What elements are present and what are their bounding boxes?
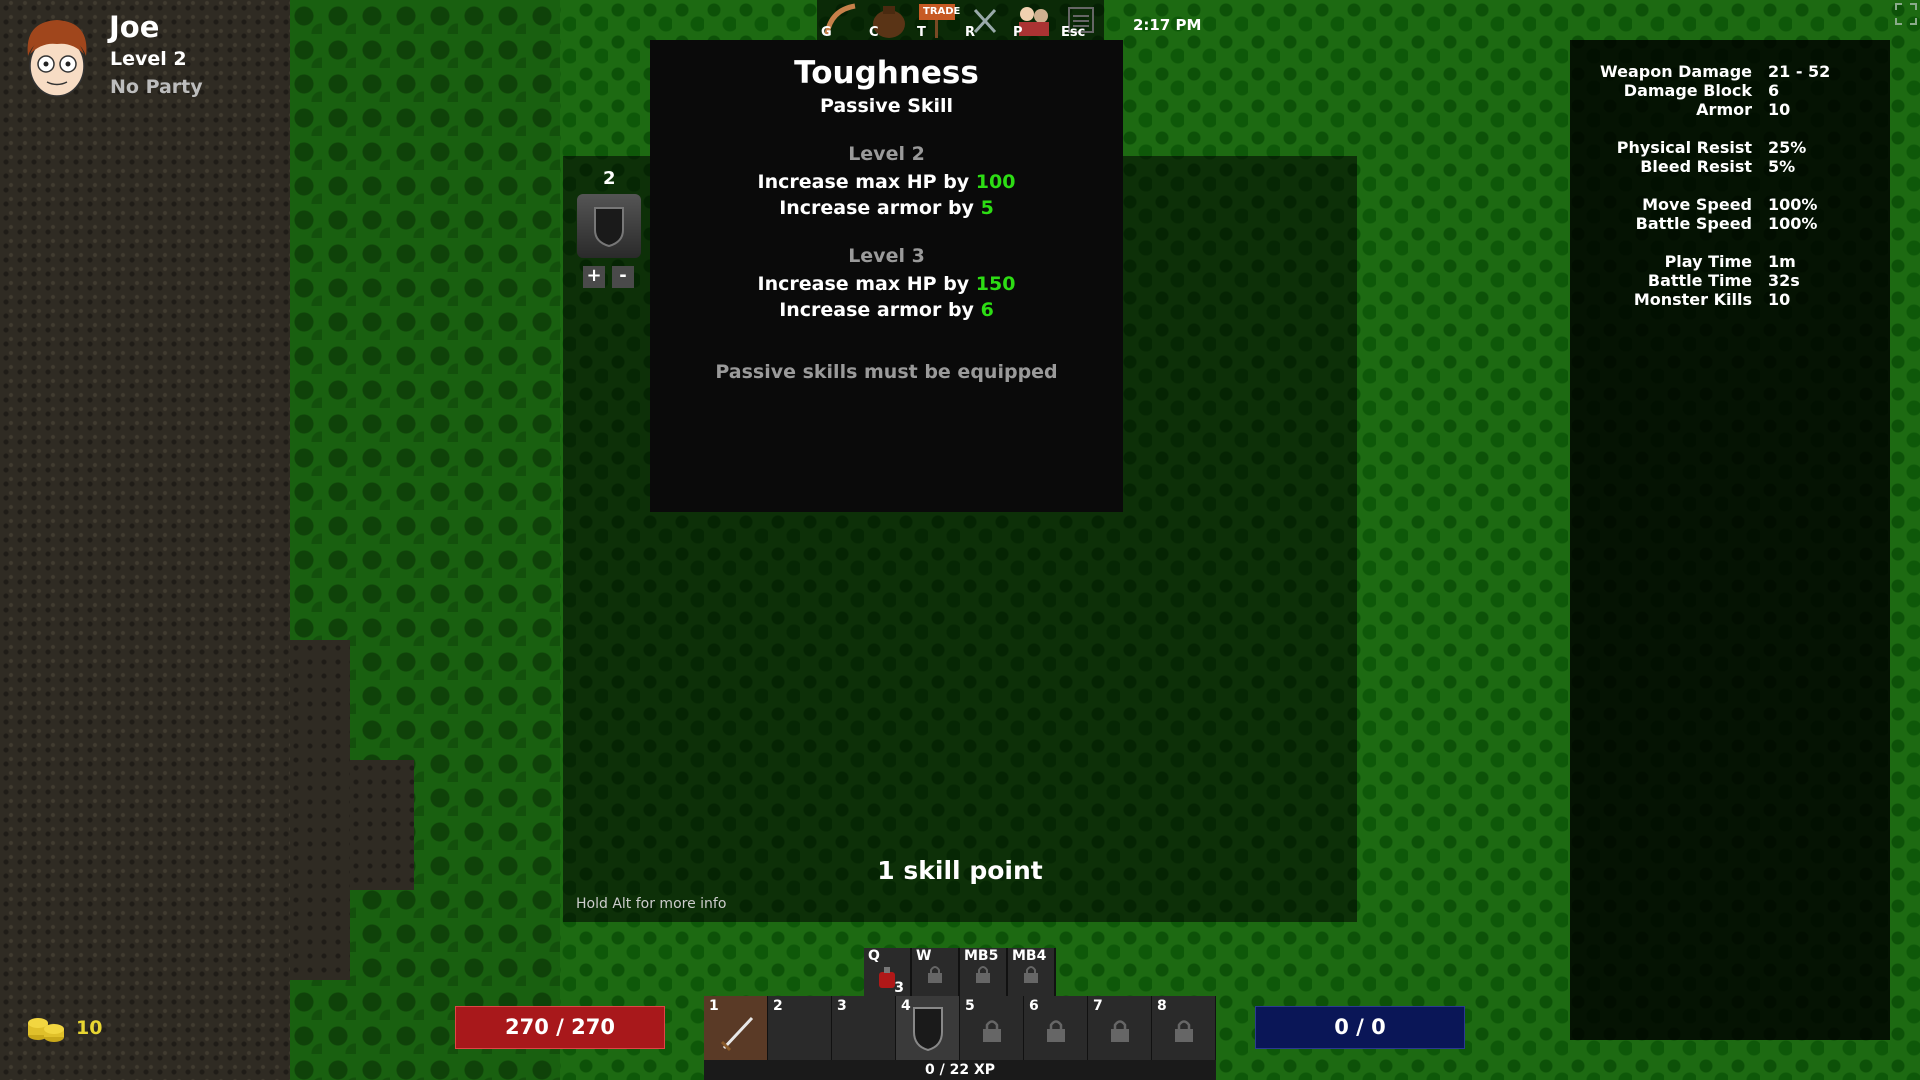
lock-icon [1110, 1020, 1129, 1043]
tooltip-note: Passive skills must be equipped [715, 361, 1058, 383]
player-level: Level 2 [110, 48, 187, 70]
hp-bonus: Increase max HP by 150 [757, 273, 1016, 295]
gold-coins-icon [28, 1018, 64, 1042]
armor-bonus: Increase armor by 6 [779, 299, 994, 321]
player-name: Joe [109, 10, 160, 44]
level-heading: Level 2 [848, 143, 925, 165]
fullscreen-icon[interactable] [1894, 2, 1918, 26]
stats-panel: Weapon Damage 21 - 52 Damage Block 6 Armor… [1570, 40, 1890, 1040]
lock-icon [1046, 1020, 1065, 1043]
action-slot-mb4[interactable]: MB4 [1008, 948, 1056, 996]
level-heading: Level 3 [848, 245, 925, 267]
stat-row: Bleed Resist 5% [1640, 157, 1796, 176]
stat-row: Physical Resist 25% [1616, 138, 1807, 157]
skill-tooltip: Toughness Passive Skill Level 2 Increase… [650, 40, 1123, 512]
hotbar-slot-5[interactable]: 5 [960, 996, 1024, 1060]
rock-outcrop [350, 760, 414, 890]
tooltip-title: Toughness [794, 55, 979, 91]
stat-row: Armor 10 [1696, 100, 1791, 119]
armor-bonus: Increase armor by 5 [779, 197, 994, 219]
lock-icon [982, 1020, 1001, 1043]
rock-outcrop [290, 640, 350, 980]
hint-text: Hold Alt for more info [576, 896, 727, 912]
stat-row: Damage Block 6 [1623, 81, 1780, 100]
party-menu-button[interactable]: P [1009, 0, 1057, 40]
gold-amount: 10 [76, 1017, 103, 1039]
item-action-bar: Q 3 W MB5 MB4 [864, 948, 1056, 996]
equipment-menu-button[interactable]: G [817, 0, 865, 40]
sword-icon [720, 1016, 754, 1052]
item-count: 3 [894, 980, 904, 996]
menu-button[interactable]: Esc [1057, 0, 1105, 40]
lock-icon [1174, 1020, 1193, 1043]
action-slot-mb5[interactable]: MB5 [960, 948, 1008, 996]
stat-row: Move Speed 100% [1642, 195, 1818, 214]
skill-hotbar: 1 2 3 4 5 6 7 8 [704, 996, 1216, 1060]
action-slot-q[interactable]: Q 3 [864, 948, 912, 996]
trade-menu-button[interactable]: TRADE T [913, 0, 961, 40]
party-status: No Party [110, 76, 203, 98]
action-slot-w[interactable]: W [912, 948, 960, 996]
stat-row: Play Time 1m [1664, 252, 1796, 271]
top-menu-bar: G C TRADE T R P Esc [817, 0, 1104, 40]
hotbar-slot-4[interactable]: 4 [896, 996, 960, 1060]
stat-row: Battle Time 32s [1647, 271, 1800, 290]
skill-points: 1 skill point [877, 856, 1043, 885]
hotbar-slot-2[interactable]: 2 [768, 996, 832, 1060]
toughness-skill[interactable] [577, 194, 641, 258]
shield-icon [913, 1007, 943, 1052]
skill-plus-button[interactable]: + [583, 266, 605, 288]
skill-level: 2 [603, 168, 616, 189]
hotbar-slot-1[interactable]: 1 [704, 996, 768, 1060]
inventory-menu-button[interactable]: C [865, 0, 913, 40]
player-avatar[interactable] [22, 16, 92, 102]
skills-menu-button[interactable]: R [961, 0, 1009, 40]
mana-bar: 0 / 0 [1255, 1006, 1465, 1049]
stat-row: Monster Kills 10 [1633, 290, 1791, 309]
lock-icon [928, 966, 942, 984]
game-clock: 2:17 PM [1133, 16, 1202, 34]
hp-bonus: Increase max HP by 100 [757, 171, 1016, 193]
shield-icon [594, 207, 624, 248]
experience-bar: 0 / 22 XP [704, 1060, 1216, 1080]
health-bar: 270 / 270 [455, 1006, 665, 1049]
skill-minus-button[interactable]: - [612, 266, 634, 288]
hotbar-slot-6[interactable]: 6 [1024, 996, 1088, 1060]
hotbar-slot-7[interactable]: 7 [1088, 996, 1152, 1060]
hotbar-slot-3[interactable]: 3 [832, 996, 896, 1060]
tooltip-subtitle: Passive Skill [819, 95, 954, 117]
stat-row: Battle Speed 100% [1635, 214, 1818, 233]
lock-icon [976, 966, 990, 984]
rock-terrain [0, 0, 290, 1080]
stat-row: Weapon Damage 21 - 52 [1600, 62, 1831, 81]
lock-icon [1024, 966, 1038, 984]
hotbar-slot-8[interactable]: 8 [1152, 996, 1216, 1060]
